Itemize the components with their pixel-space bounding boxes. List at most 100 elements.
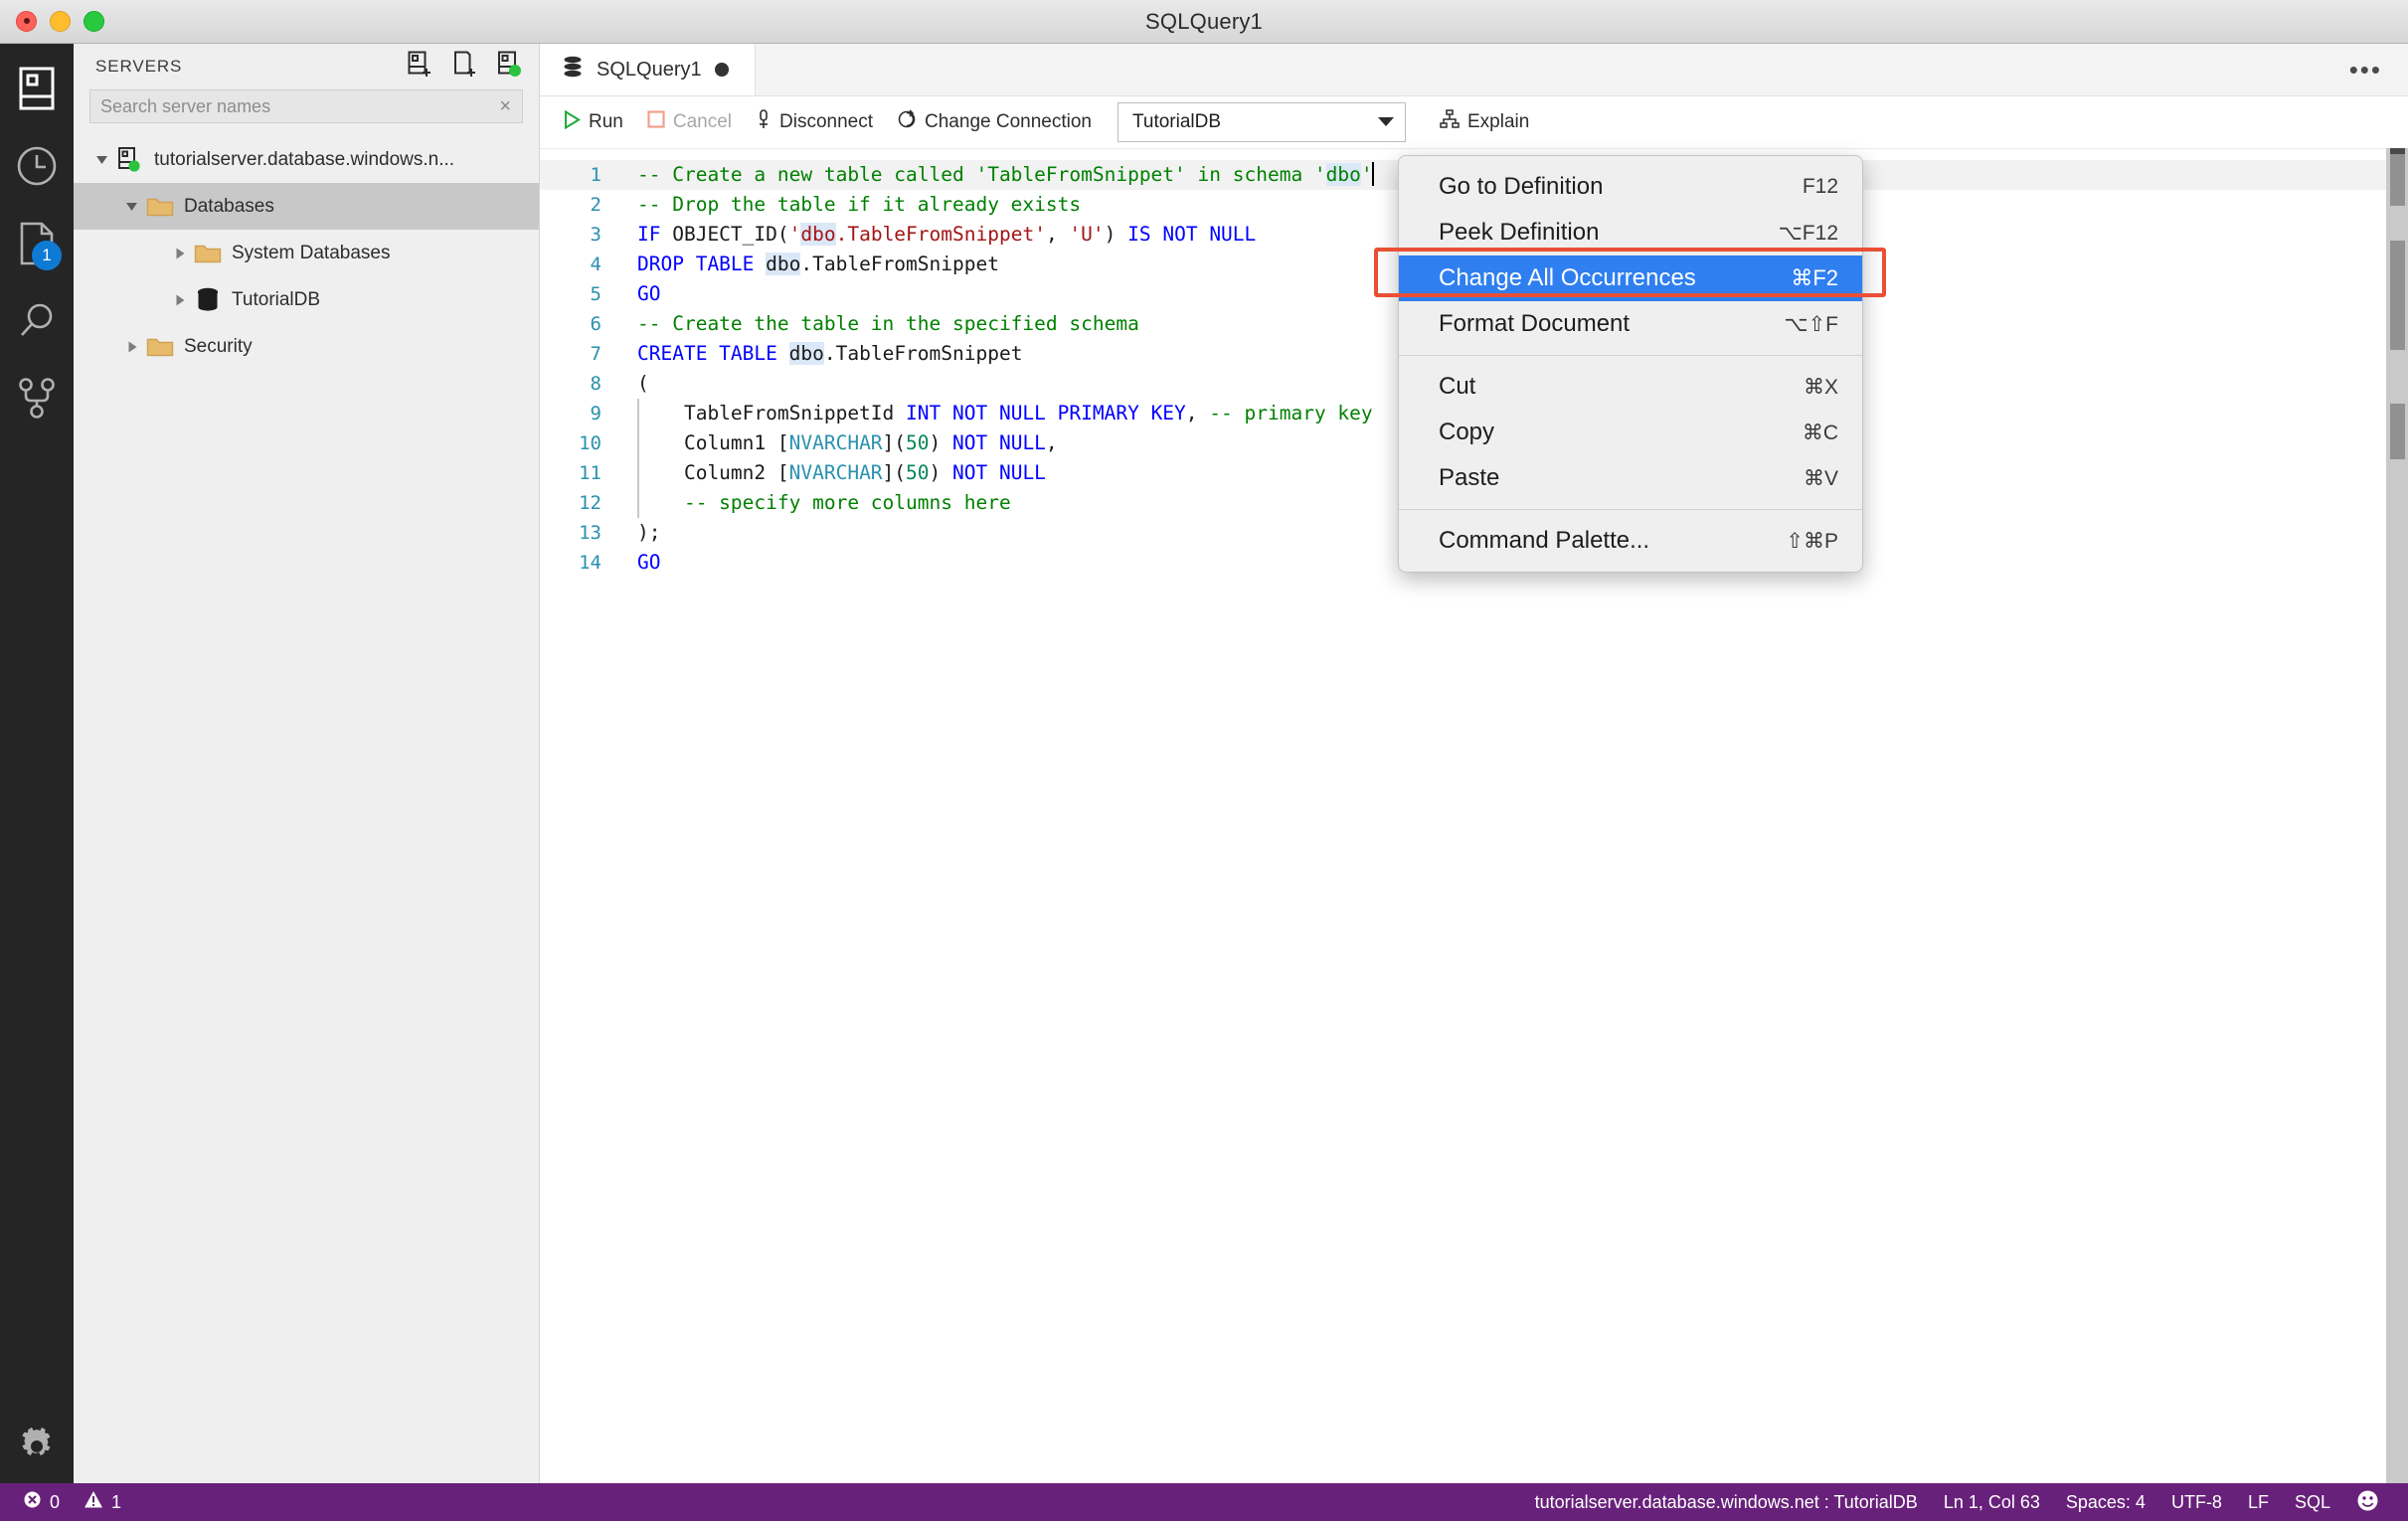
run-label: Run	[589, 111, 623, 132]
menu-item-shortcut: ⌥⇧F	[1784, 312, 1838, 336]
status-problems[interactable]: 0 1	[12, 1483, 132, 1521]
tree-item-security[interactable]: Security	[74, 323, 539, 370]
activity-item-open-editors[interactable]: 1	[0, 207, 74, 284]
status-connection[interactable]: tutorialserver.database.windows.net : Tu…	[1522, 1483, 1931, 1521]
change-connection-button[interactable]: Change Connection	[885, 102, 1104, 142]
activity-item-settings[interactable]	[0, 1410, 74, 1487]
tree-item-databases[interactable]: Databases	[74, 183, 539, 230]
code-token: )	[1104, 223, 1128, 246]
new-query-icon[interactable]	[452, 51, 478, 84]
menu-item-paste[interactable]: Paste ⌘V	[1399, 455, 1862, 501]
tab-sqlquery1[interactable]: SQLQuery1	[540, 44, 756, 95]
folder-icon	[145, 195, 175, 219]
status-right: tutorialserver.database.windows.net : Tu…	[1522, 1483, 2408, 1521]
new-connection-icon[interactable]	[408, 51, 433, 84]
database-dropdown[interactable]: TutorialDB	[1117, 102, 1406, 142]
editor-scrollbar[interactable]	[2386, 148, 2408, 1503]
tree-item-label: tutorialserver.database.windows.n...	[154, 148, 455, 170]
code-token: );	[637, 521, 661, 544]
scrollbar-thumb-3[interactable]	[2390, 404, 2405, 459]
line-number: 7	[590, 343, 602, 365]
code-token: ](	[882, 431, 907, 454]
code-token: -- Create a new table called 'TableFromS…	[637, 163, 1326, 186]
activity-item-search[interactable]	[0, 284, 74, 362]
code-token: dbo	[1325, 163, 1361, 186]
play-icon	[564, 109, 581, 135]
menu-item-command-palette[interactable]: Command Palette... ⇧⌘P	[1399, 518, 1862, 564]
tree-item-system-databases[interactable]: System Databases	[74, 230, 539, 276]
history-clock-icon	[15, 144, 59, 193]
line-number: 10	[579, 432, 602, 454]
code-text: IF OBJECT_ID('dbo.TableFromSnippet', 'U'…	[602, 220, 1256, 250]
chevron-right-icon[interactable]	[119, 340, 145, 354]
scrollbar-thumb-2[interactable]	[2390, 241, 2405, 350]
cancel-button[interactable]: Cancel	[635, 102, 744, 142]
chevron-down-icon[interactable]	[1377, 114, 1395, 131]
menu-item-shortcut: ⌘F2	[1791, 265, 1838, 290]
tab-label: SQLQuery1	[597, 58, 702, 81]
disconnect-plug-icon	[756, 108, 772, 136]
menu-separator	[1399, 355, 1862, 356]
activity-item-source-control[interactable]	[0, 362, 74, 439]
chevron-down-icon[interactable]	[89, 153, 115, 167]
code-text: GO	[602, 279, 660, 309]
disconnect-button[interactable]: Disconnect	[744, 102, 885, 142]
search-magnifier-icon	[15, 299, 59, 348]
database-dropdown-value: TutorialDB	[1131, 111, 1222, 132]
code-text: Column1 [NVARCHAR](50) NOT NULL,	[602, 428, 1058, 458]
editor-context-menu[interactable]: Go to Definition F12 Peek Definition ⌥F12 Ch…	[1398, 155, 1863, 573]
status-feedback-smiley[interactable]	[2343, 1483, 2392, 1521]
chevron-right-icon[interactable]	[167, 293, 193, 307]
line-number: 14	[579, 552, 602, 574]
tree-item-tutorialdb[interactable]: TutorialDB	[74, 276, 539, 323]
tree-item-server[interactable]: tutorialserver.database.windows.n...	[74, 136, 539, 183]
status-cursor-position[interactable]: Ln 1, Col 63	[1931, 1483, 2053, 1521]
chevron-down-icon[interactable]	[119, 200, 145, 214]
status-language-mode[interactable]: SQL	[2282, 1483, 2343, 1521]
error-circle-icon	[23, 1490, 42, 1514]
open-editors-badge: 1	[32, 241, 62, 270]
code-token: NVARCHAR	[788, 431, 883, 454]
menu-item-format-document[interactable]: Format Document ⌥⇧F	[1399, 301, 1862, 347]
tab-dirty-indicator[interactable]	[714, 63, 729, 77]
status-encoding[interactable]: UTF-8	[2158, 1483, 2235, 1521]
servers-icon	[19, 67, 55, 115]
new-server-group-icon[interactable]	[497, 51, 523, 84]
menu-item-change-all-occurrences[interactable]: Change All Occurrences ⌘F2	[1399, 255, 1862, 301]
code-token: .TableFromSnippet	[800, 253, 999, 275]
stop-square-icon	[647, 110, 665, 134]
clear-search-icon[interactable]: ×	[496, 96, 514, 116]
explain-button[interactable]: Explain	[1428, 102, 1541, 142]
code-token: dbo	[800, 223, 836, 246]
status-eol[interactable]: LF	[2235, 1483, 2282, 1521]
search-server-names-box[interactable]: ×	[89, 89, 523, 123]
code-token: ](	[882, 461, 907, 484]
tree-item-label: Security	[184, 335, 253, 357]
activity-item-servers[interactable]	[0, 52, 74, 129]
code-token: .TableFromSnippet'	[835, 223, 1046, 246]
menu-item-copy[interactable]: Copy ⌘C	[1399, 410, 1862, 455]
code-token: 50	[906, 461, 930, 484]
menu-item-go-to-definition[interactable]: Go to Definition F12	[1399, 164, 1862, 210]
code-token: DROP TABLE	[637, 253, 755, 275]
chevron-right-icon[interactable]	[167, 247, 193, 260]
menu-item-shortcut: F12	[1802, 175, 1838, 198]
menu-item-peek-definition[interactable]: Peek Definition ⌥F12	[1399, 210, 1862, 255]
code-token: dbo	[788, 342, 824, 365]
activity-item-query-history[interactable]	[0, 129, 74, 207]
source-control-branch-icon	[17, 377, 57, 425]
run-button[interactable]: Run	[552, 102, 635, 142]
menu-item-cut[interactable]: Cut ⌘X	[1399, 364, 1862, 410]
status-indentation[interactable]: Spaces: 4	[2053, 1483, 2158, 1521]
menu-item-shortcut: ⌥F12	[1778, 221, 1838, 245]
line-number: 8	[590, 373, 602, 395]
search-input[interactable]	[100, 95, 497, 117]
scrollbar-thumb-1[interactable]	[2390, 154, 2405, 206]
code-token: GO	[637, 282, 661, 305]
status-left: 0 1	[0, 1483, 132, 1521]
sidebar-header: SERVERS	[74, 44, 539, 89]
code-token: 50	[906, 431, 930, 454]
editor-more-actions-icon[interactable]: •••	[2323, 44, 2408, 95]
database-icon	[562, 55, 584, 84]
